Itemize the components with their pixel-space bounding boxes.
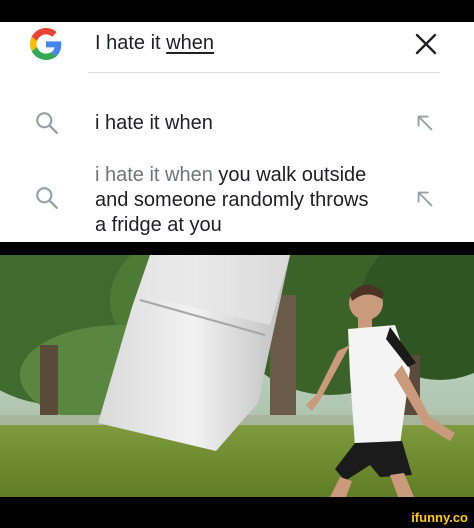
top-black-bar (0, 0, 474, 22)
arrow-up-left-icon[interactable] (414, 112, 436, 134)
suggestion-item[interactable]: i hate it when (0, 104, 474, 144)
arrow-up-left-icon[interactable] (414, 188, 436, 210)
park-photo (0, 255, 474, 497)
suggestion-line-2: and someone randomly throws (95, 189, 369, 211)
google-search-panel: I hate it when i hate it when i hate it … (0, 22, 474, 242)
bottom-black-bar (0, 497, 474, 528)
search-icon (36, 112, 58, 134)
suggestion-text: i hate it when you walk outside and some… (95, 163, 368, 238)
suggestion-item[interactable]: i hate it when you walk outside and some… (0, 160, 474, 240)
search-divider (88, 72, 440, 73)
google-g-logo (30, 28, 62, 60)
watermark: ifunny.co (411, 510, 468, 525)
query-underlined-word: when (166, 32, 214, 54)
close-icon[interactable] (414, 32, 438, 56)
search-icon (36, 187, 58, 209)
search-bar[interactable]: I hate it when (0, 22, 474, 70)
query-prefix: I hate it (95, 32, 161, 54)
suggestion-prefix: i hate it when (95, 112, 213, 134)
suggestion-line-3: a fridge at you (95, 214, 222, 236)
suggestion-text: i hate it when (95, 111, 213, 136)
search-query[interactable]: I hate it when (95, 32, 214, 55)
suggestion-prefix: i hate it when (95, 164, 213, 186)
suggestion-rest: you walk outside (218, 164, 367, 186)
